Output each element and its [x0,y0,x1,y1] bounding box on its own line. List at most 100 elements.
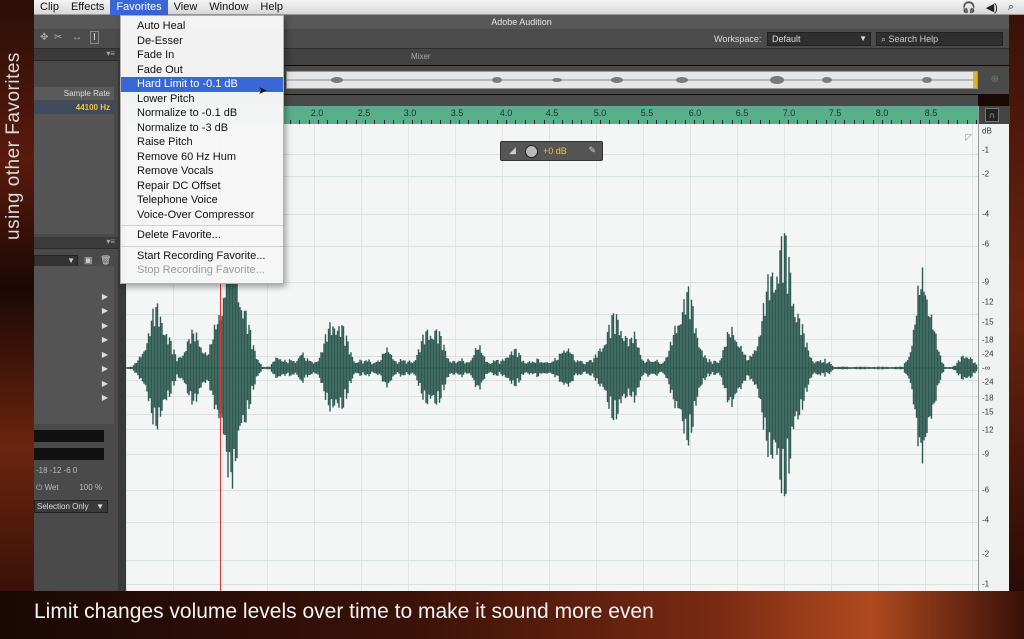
menu-clip[interactable]: Clip [34,0,65,15]
db-label: -4 [982,515,990,525]
favorite-voiceover-compressor[interactable]: Voice-Over Compressor [121,208,283,223]
favorite-auto-heal[interactable]: Auto Heal [121,19,283,34]
bottom-caption: Limit changes volume levels over time to… [34,600,654,623]
favorite-telephone-voice[interactable]: Telephone Voice [121,193,283,208]
ruler-label: 3.0 [403,108,417,118]
time-selection-tool-icon[interactable]: I [90,31,99,44]
start-recording-favorite-item[interactable]: Start Recording Favorite... [121,249,283,264]
db-label: -4 [982,209,990,219]
db-label: -6 [982,485,990,495]
db-unit-label: dB [982,126,992,136]
files-column-header[interactable]: Sample Rate [34,87,114,100]
rack-slot-arrow-icon[interactable]: ▶ [102,364,108,373]
menu-effects[interactable]: Effects [65,0,110,15]
mouse-cursor-icon: ➤ [258,85,268,97]
ruler-label: 7.0 [782,108,796,118]
overview-waveform [287,76,977,84]
mac-menubar: Clip Effects Favorites View Window Help … [34,0,1024,15]
razor-tool-icon[interactable]: ✂ [54,32,62,43]
ruler-label: 2.0 [310,108,324,118]
workspace-select[interactable]: Default ▼ [767,32,871,46]
volume-icon[interactable]: ◀) [986,1,998,14]
overview-viewport-handle[interactable] [973,72,977,88]
db-label: -6 [982,239,990,249]
chevron-down-icon: ▼ [859,34,867,43]
headphones-icon[interactable]: ∩ [985,108,999,122]
spotlight-search-icon[interactable]: ⌕ [1008,1,1014,14]
zoom-icon[interactable]: ⊕ [991,74,999,85]
save-preset-icon[interactable]: ▣ [84,255,93,266]
chevron-down-icon: ▼ [96,502,104,511]
slip-tool-icon[interactable]: ↔ [72,32,82,43]
ruler-label: 6.5 [735,108,749,118]
chevron-down-icon: ▼ [67,256,75,265]
favorite-normalize-3[interactable]: Normalize to -3 dB [121,121,283,136]
files-list [34,114,114,234]
search-help-input[interactable]: ⌕ Search Help [876,32,1003,46]
resize-corner-icon: ◸ [965,132,972,142]
db-label: -15 [982,317,994,327]
files-row-sample-rate[interactable]: 44100 Hz [34,101,114,114]
process-scope-value: Selection Only [37,502,89,511]
tab-mixer[interactable]: Mixer [411,52,431,61]
pin-icon[interactable]: ✎ [588,145,596,156]
favorite-normalize-01[interactable]: Normalize to -0.1 dB [121,106,283,121]
menu-favorites[interactable]: Favorites [110,0,168,15]
menu-separator [121,245,283,247]
db-label: -24 [982,377,994,387]
knob-icon[interactable] [525,145,538,158]
db-label: -9 [982,277,990,287]
rack-slot-arrow-icon[interactable]: ▶ [102,321,108,330]
power-icon[interactable]: ⏻ [36,483,42,492]
favorite-de-esser[interactable]: De-Esser [121,34,283,49]
search-icon: ⌕ [881,34,889,44]
ruler-label: 6.0 [688,108,702,118]
headphones-status-icon[interactable]: 🎧 [962,1,976,14]
rack-slot-arrow-icon[interactable]: ▶ [102,350,108,359]
stop-recording-favorite-item: Stop Recording Favorite... [137,264,265,276]
ruler-label: 3.5 [450,108,464,118]
ruler-label: 7.5 [828,108,842,118]
search-help-placeholder: Search Help [888,34,939,44]
menu-view[interactable]: View [168,0,204,15]
favorite-raise-pitch[interactable]: Raise Pitch [121,135,283,150]
rack-slot-arrow-icon[interactable]: ▶ [102,292,108,301]
db-label: -18 [982,335,994,345]
db-scale: ∩ dB -1 -2 -4 -6 -9 -12 -15 -18 -24 -∞ -24 -18 -15 -1… [978,106,1010,591]
db-label: -2 [982,169,990,179]
menu-separator [121,225,283,226]
wet-row: ⏻ Wet 100 % [36,483,106,493]
rack-slot-arrow-icon[interactable]: ▶ [102,379,108,388]
wet-value[interactable]: 100 % [79,483,102,492]
overview-track[interactable] [286,71,978,89]
favorite-fade-out[interactable]: Fade Out [121,63,283,78]
effects-rack: ▶ ▶ ▶ ▶ ▶ ▶ ▶ ▶ [34,266,114,424]
db-label: -12 [982,297,994,307]
rack-slot-arrow-icon[interactable]: ▶ [102,335,108,344]
panel-menu-icon[interactable]: ▾≡ [106,237,115,246]
menu-window[interactable]: Window [203,0,254,15]
favorite-remove-vocals[interactable]: Remove Vocals [121,164,283,179]
ruler-label: 4.0 [499,108,513,118]
workspace-label: Workspace: [714,34,762,44]
favorite-repair-dc[interactable]: Repair DC Offset [121,179,283,194]
ruler-label: 2.5 [357,108,371,118]
process-scope-select[interactable]: Selection Only ▼ [34,500,108,513]
rack-slot-arrow-icon[interactable]: ▶ [102,393,108,402]
db-label: -∞ [982,363,991,373]
delete-favorite-item[interactable]: Delete Favorite... [121,228,283,243]
panel-menu-icon[interactable]: ▾≡ [106,49,115,58]
db-label: -24 [982,349,994,359]
rack-slot-arrow-icon[interactable]: ▶ [102,306,108,315]
db-label: -1 [982,579,990,589]
move-tool-icon[interactable]: ✥ [40,32,48,43]
favorite-fade-in[interactable]: Fade In [121,48,283,63]
db-label: -1 [982,145,990,155]
trash-icon[interactable]: 🗑 [100,255,111,266]
menu-help[interactable]: Help [254,0,289,15]
amplitude-readout: +0 dB [543,146,567,156]
favorite-remove-hum[interactable]: Remove 60 Hz Hum [121,150,283,165]
db-label: -9 [982,449,990,459]
video-frame-right [1009,14,1024,591]
ruler-label: 5.0 [593,108,607,118]
